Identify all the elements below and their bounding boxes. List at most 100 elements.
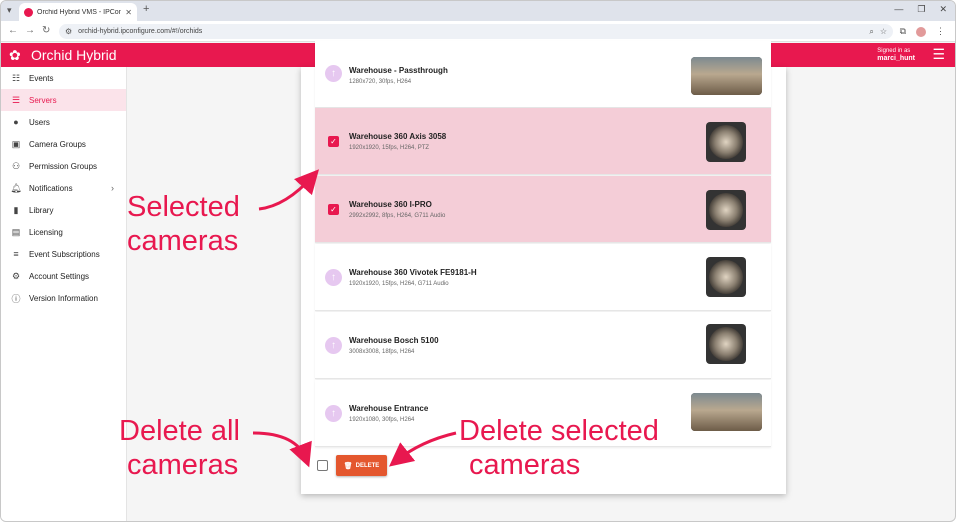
sidebar-item-event-subscriptions[interactable]: ≡ Event Subscriptions xyxy=(1,243,126,265)
annotation-text: cameras xyxy=(469,449,581,481)
sidebar-item-label: Event Subscriptions xyxy=(29,249,100,259)
sidebar-item-label: Notifications xyxy=(29,183,73,193)
browser-toolbar: ← → ↻ ⚙ orchid-hybrid.ipconfigure.com/#!… xyxy=(1,21,955,42)
delete-button[interactable]: 🗑︎ DELETE xyxy=(336,455,387,476)
sidebar-item-events[interactable]: ☷ Events xyxy=(1,67,126,89)
extensions-icon[interactable]: ⧉ xyxy=(900,26,906,37)
minimize-icon[interactable]: — xyxy=(894,4,903,15)
info-icon: ⓘ xyxy=(11,293,21,304)
app-title: Orchid Hybrid xyxy=(31,47,117,63)
events-icon: ☷ xyxy=(11,72,21,83)
camera-thumbnail xyxy=(706,122,746,162)
license-icon: ▤ xyxy=(11,226,21,237)
signed-in-info[interactable]: Signed in as marci_hunt xyxy=(877,47,915,63)
camera-spec: 1920x1920, 15fps, H264, G711 Audio xyxy=(349,281,449,287)
servers-icon: ☰ xyxy=(11,94,21,105)
arrow-to-select-all xyxy=(252,431,312,468)
camera-spec: 1920x1920, 15fps, H264, PTZ xyxy=(349,145,430,151)
reload-icon[interactable]: ↻ xyxy=(42,25,50,36)
bookmark-star-icon[interactable]: ☆ xyxy=(880,27,887,36)
sidebar-item-label: Camera Groups xyxy=(29,139,86,149)
camera-status-icon: ↑ xyxy=(325,405,342,422)
sidebar-item-camera-groups[interactable]: ▣ Camera Groups xyxy=(1,133,126,155)
camera-status-icon: ↑ xyxy=(325,269,342,286)
sidebar-item-label: Permission Groups xyxy=(29,161,98,171)
camera-name: Warehouse 360 I-PRO xyxy=(349,200,432,209)
sidebar-item-notifications[interactable]: 🔔︎ Notifications › xyxy=(1,177,126,199)
hamburger-menu-icon[interactable]: ☰ xyxy=(932,46,945,63)
camera-row[interactable]: ↑ Warehouse 360 Vivotek FE9181-H 1920x19… xyxy=(315,244,771,311)
camera-name: Warehouse 360 Vivotek FE9181-H xyxy=(349,268,477,277)
restore-icon[interactable]: ❐ xyxy=(917,4,925,15)
sidebar-item-licensing[interactable]: ▤ Licensing xyxy=(1,221,126,243)
browser-menu-icon[interactable]: ⋮ xyxy=(936,26,945,37)
signed-in-label: Signed in as xyxy=(877,48,911,54)
camera-row[interactable]: ✓ Warehouse 360 Axis 3058 1920x1920, 15f… xyxy=(315,108,771,175)
sidebar-item-label: Version Information xyxy=(29,293,98,303)
camera-name: Warehouse Entrance xyxy=(349,404,429,413)
extension-area: ⧉ ⋮ xyxy=(900,26,945,37)
trash-icon: 🗑︎ xyxy=(343,462,353,470)
orchid-logo-icon: ✿ xyxy=(9,47,21,63)
browser-tab-strip: ▾ Orchid Hybrid VMS - IPConfig... ✕ + — … xyxy=(1,1,955,21)
bell-icon: 🔔︎ xyxy=(10,182,22,193)
zoom-icon[interactable]: ⌕ xyxy=(869,27,873,37)
camera-thumbnail xyxy=(691,393,762,431)
address-bar[interactable]: ⚙ orchid-hybrid.ipconfigure.com/#!/orchi… xyxy=(59,24,893,39)
camera-thumbnail xyxy=(706,190,746,230)
sidebar-item-version-information[interactable]: ⓘ Version Information xyxy=(1,287,126,309)
new-tab-icon[interactable]: + xyxy=(143,3,149,15)
window-frame: ▾ Orchid Hybrid VMS - IPConfig... ✕ + — … xyxy=(0,0,956,522)
forward-icon[interactable]: → xyxy=(25,25,35,36)
camera-spec: 2992x2992, 8fps, H264, G711 Audio xyxy=(349,213,446,219)
camera-select-checkbox[interactable]: ✓ xyxy=(328,204,339,215)
camera-thumbnail xyxy=(691,57,762,95)
sidebar-item-servers[interactable]: ☰ Servers xyxy=(1,89,126,111)
tab-search-icon[interactable]: ▾ xyxy=(7,5,12,16)
site-info-icon[interactable]: ⚙ xyxy=(65,27,72,36)
back-icon[interactable]: ← xyxy=(8,25,18,36)
chevron-right-icon: › xyxy=(111,183,114,193)
annotation-text: cameras xyxy=(127,449,239,481)
sidebar: ☷ Events ☰ Servers ● Users ▣ Camera Grou… xyxy=(1,67,127,521)
annotation-text: Delete all xyxy=(119,415,240,447)
camera-row[interactable]: ↑ Warehouse - Passthrough 1280x720, 30fp… xyxy=(315,41,771,108)
camera-status-icon: ↑ xyxy=(325,337,342,354)
camera-thumbnail xyxy=(706,324,746,364)
orchid-favicon-icon xyxy=(24,7,33,17)
camera-spec: 1920x1080, 30fps, H264 xyxy=(349,417,415,423)
camera-row[interactable]: ✓ Warehouse 360 I-PRO 2992x2992, 8fps, H… xyxy=(315,176,771,243)
tab-title: Orchid Hybrid VMS - IPConfig... xyxy=(37,8,122,16)
tab-close-icon[interactable]: ✕ xyxy=(125,8,132,17)
sidebar-item-label: Library xyxy=(29,205,54,215)
camera-select-checkbox[interactable]: ✓ xyxy=(328,136,339,147)
camera-row[interactable]: ↑ Warehouse Bosch 5100 3008x3008, 18fps,… xyxy=(315,312,771,379)
camera-spec: 3008x3008, 18fps, H264 xyxy=(349,349,415,355)
subscriptions-icon: ≡ xyxy=(13,249,19,259)
sidebar-item-permission-groups[interactable]: ⚇ Permission Groups xyxy=(1,155,126,177)
annotation-text: Selected xyxy=(127,191,240,223)
camera-name: Warehouse 360 Axis 3058 xyxy=(349,132,447,141)
annotation-delete-all: Delete all cameras xyxy=(119,414,240,482)
sidebar-item-label: Servers xyxy=(29,95,57,105)
browser-tab[interactable]: Orchid Hybrid VMS - IPConfig... ✕ xyxy=(19,3,137,21)
account-settings-icon: ⚙ xyxy=(11,270,21,281)
sidebar-item-account-settings[interactable]: ⚙ Account Settings xyxy=(1,265,126,287)
user-icon: ● xyxy=(13,117,19,127)
delete-button-label: DELETE xyxy=(355,462,380,469)
camera-thumbnail xyxy=(706,257,746,297)
sidebar-item-users[interactable]: ● Users xyxy=(1,111,126,133)
sidebar-item-label: Licensing xyxy=(29,227,63,237)
annotation-delete-selected: Delete selected cameras xyxy=(459,414,659,482)
select-all-checkbox[interactable] xyxy=(317,460,328,471)
camera-groups-icon: ▣ xyxy=(11,138,21,149)
camera-name: Warehouse Bosch 5100 xyxy=(349,336,439,345)
sidebar-item-library[interactable]: ▮ Library xyxy=(1,199,126,221)
sidebar-item-label: Account Settings xyxy=(29,271,90,281)
annotation-text: Delete selected xyxy=(459,415,659,447)
profile-avatar[interactable] xyxy=(916,26,926,37)
sidebar-item-label: Users xyxy=(29,117,50,127)
camera-name: Warehouse - Passthrough xyxy=(349,66,448,75)
close-window-icon[interactable]: ✕ xyxy=(939,4,947,15)
annotation-selected-cameras: Selected cameras xyxy=(127,190,240,258)
